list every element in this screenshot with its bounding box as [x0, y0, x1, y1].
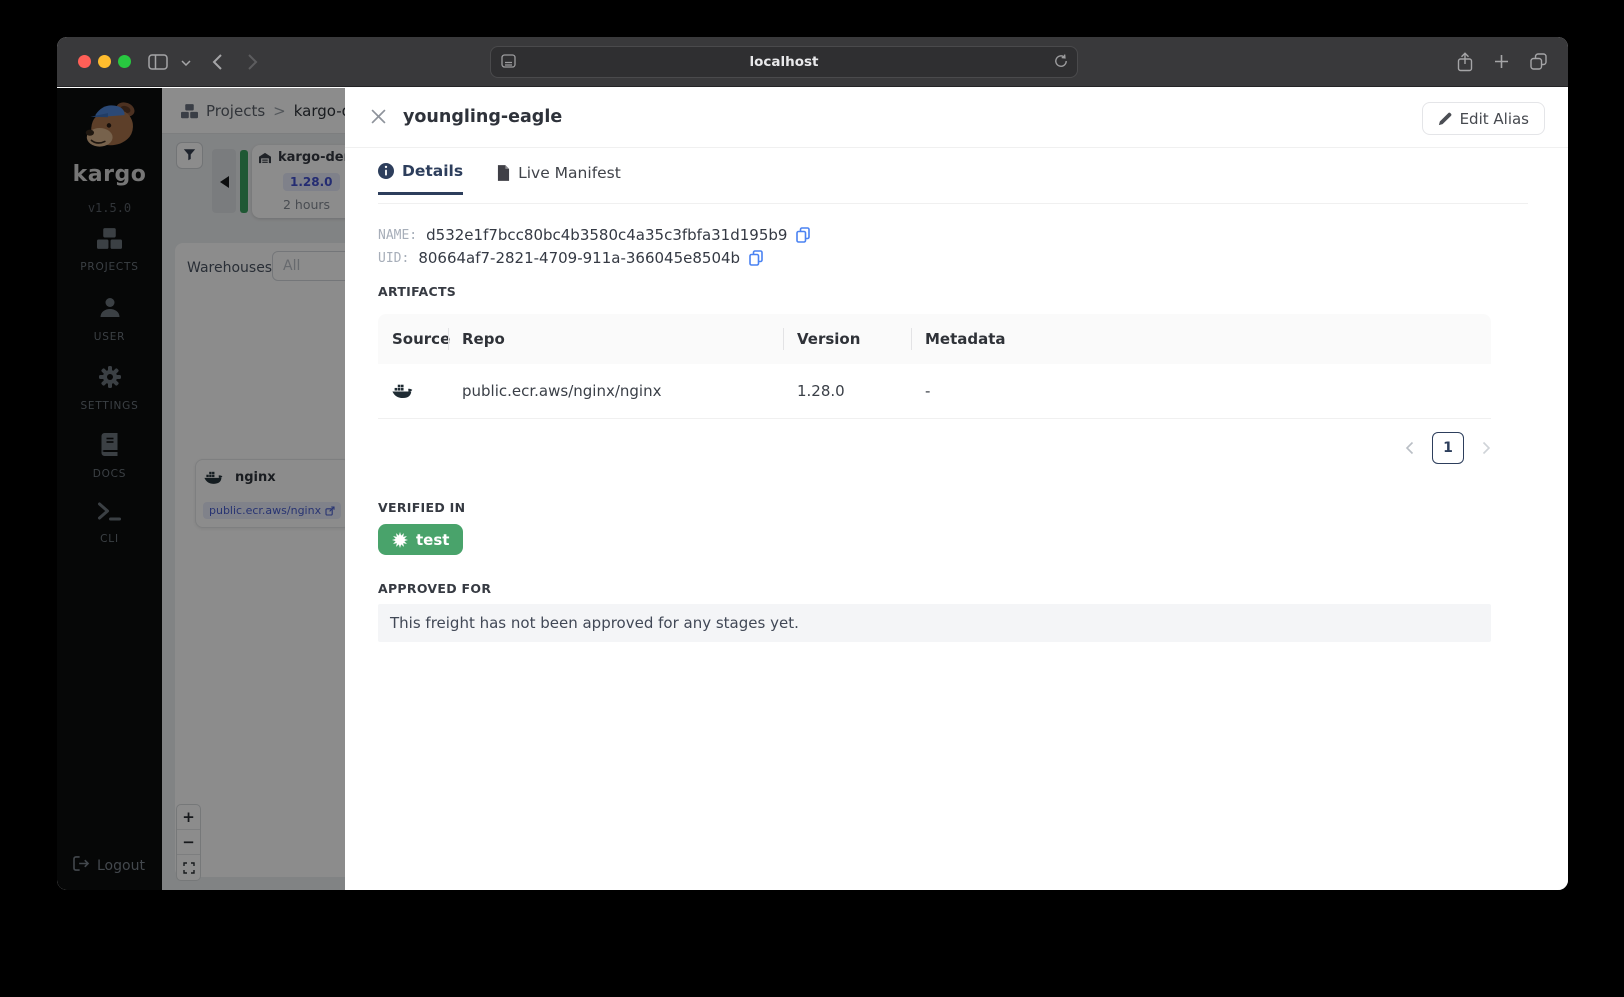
tab-details[interactable]: Details: [378, 162, 464, 195]
artifacts-table-header: Source Repo Version Metadata: [378, 314, 1491, 364]
freight-name-row: NAME: d532e1f7bcc80bc4b3580c4a35c3fbfa31…: [378, 226, 811, 244]
reload-icon[interactable]: [1054, 53, 1068, 72]
artifact-repo: public.ecr.aws/nginx/nginx: [462, 382, 662, 400]
approved-for-heading: APPROVED FOR: [378, 581, 492, 596]
prev-page-icon[interactable]: [1405, 441, 1414, 455]
website-icon: [501, 53, 516, 72]
tab-live-manifest[interactable]: Live Manifest: [497, 162, 621, 195]
file-icon: [497, 164, 510, 181]
chevron-down-icon[interactable]: [181, 60, 191, 66]
url-text: localhost: [749, 54, 819, 70]
uid-label: UID:: [378, 250, 410, 266]
info-circle-icon: [378, 163, 394, 179]
column-metadata: Metadata: [911, 314, 1491, 364]
browser-window: localhost kargo v1.5.0 PROJECTS USER SET…: [57, 37, 1568, 890]
back-button[interactable]: [212, 53, 223, 71]
stage-badge-test[interactable]: test: [378, 524, 464, 555]
edit-alias-button[interactable]: Edit Alias: [1421, 102, 1545, 135]
freight-details-drawer: youngling-eagle Edit Alias Details Live …: [345, 88, 1568, 890]
copy-icon[interactable]: [796, 227, 811, 243]
new-tab-icon[interactable]: [1494, 54, 1509, 69]
pencil-icon: [1438, 112, 1452, 126]
share-icon[interactable]: [1457, 52, 1473, 72]
tab-overview-icon[interactable]: [1530, 53, 1547, 70]
drawer-tabs: Details Live Manifest: [378, 162, 621, 195]
close-icon[interactable]: [371, 109, 386, 128]
artifact-metadata: -: [925, 382, 931, 400]
column-source: Source: [392, 330, 451, 348]
approved-for-empty-message: This freight has not been approved for a…: [378, 604, 1491, 642]
close-window-button[interactable]: [78, 55, 91, 68]
freight-name-value: d532e1f7bcc80bc4b3580c4a35c3fbfa31d195b9: [426, 226, 788, 244]
copy-icon[interactable]: [749, 250, 763, 266]
next-page-icon[interactable]: [1482, 441, 1491, 455]
stage-name: test: [416, 530, 450, 549]
docker-icon: [392, 383, 413, 399]
freight-uid-value: 80664af7-2821-4709-911a-366045e8504b: [418, 249, 741, 267]
freight-alias-title: youngling-eagle: [403, 107, 563, 127]
desktop: localhost kargo v1.5.0 PROJECTS USER SET…: [0, 0, 1624, 997]
browser-titlebar: localhost: [57, 37, 1568, 87]
minimize-window-button[interactable]: [98, 55, 111, 68]
column-version: Version: [783, 314, 911, 364]
tabs-divider: [378, 203, 1528, 204]
artifacts-heading: ARTIFACTS: [378, 284, 457, 299]
column-repo: Repo: [448, 314, 783, 364]
artifacts-table: Source Repo Version Metadata public.ecr.…: [378, 314, 1491, 419]
verified-in-heading: VERIFIED IN: [378, 500, 466, 515]
artifact-row[interactable]: public.ecr.aws/nginx/nginx 1.28.0 -: [378, 364, 1491, 419]
name-label: NAME:: [378, 227, 418, 243]
zoom-window-button[interactable]: [118, 55, 131, 68]
artifacts-pagination: 1: [378, 432, 1491, 464]
page-1-button[interactable]: 1: [1432, 432, 1464, 464]
web-content: kargo v1.5.0 PROJECTS USER SETTINGS DOCS…: [57, 88, 1568, 890]
sidebar-toggle-icon[interactable]: [148, 54, 168, 70]
verification-burst-icon: [392, 531, 408, 548]
drawer-header: youngling-eagle Edit Alias: [345, 88, 1568, 148]
forward-button[interactable]: [247, 53, 258, 71]
freight-uid-row: UID: 80664af7-2821-4709-911a-366045e8504…: [378, 249, 763, 267]
address-bar[interactable]: localhost: [490, 46, 1078, 78]
artifact-version: 1.28.0: [797, 382, 845, 400]
